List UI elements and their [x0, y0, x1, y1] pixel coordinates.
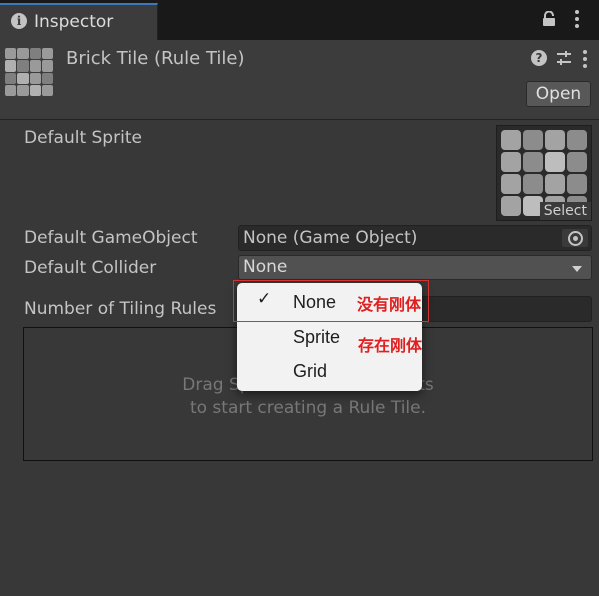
annotation-note-sprite: 存在刚体	[358, 336, 423, 355]
help-icon[interactable]: ?	[531, 50, 547, 66]
tab-inspector[interactable]: i Inspector	[0, 3, 158, 40]
default-collider-dropdown[interactable]: None	[238, 255, 592, 280]
header-menu-icon[interactable]	[582, 50, 588, 68]
default-gameobject-field[interactable]: None (Game Object)	[238, 225, 592, 251]
asset-title: Brick Tile (Rule Tile)	[66, 48, 245, 69]
lock-icon[interactable]	[542, 11, 556, 27]
asset-header: Brick Tile (Rule Tile) ? Open	[0, 40, 599, 120]
sprite-select-button[interactable]: Select	[539, 202, 591, 220]
rules-hint-line2: to start creating a Rule Tile.	[189, 398, 427, 418]
chevron-down-icon	[572, 266, 582, 272]
default-collider-value: None	[243, 257, 288, 277]
annotation-note-none: 没有刚体	[357, 295, 422, 314]
default-sprite-field[interactable]: Select	[496, 125, 592, 221]
tab-label: Inspector	[34, 12, 114, 32]
tab-bar: i Inspector	[0, 0, 599, 40]
more-options-icon[interactable]	[574, 10, 580, 30]
menu-item-label: Sprite	[293, 327, 341, 347]
menu-item-label: Grid	[293, 361, 328, 381]
tile-thumbnail	[5, 48, 53, 96]
default-gameobject-label: Default GameObject	[24, 228, 198, 248]
default-gameobject-value: None (Game Object)	[243, 228, 418, 248]
object-picker-icon[interactable]	[562, 229, 588, 247]
default-collider-label: Default Collider	[24, 258, 157, 278]
tiling-rules-label: Number of Tiling Rules	[24, 299, 217, 319]
default-sprite-label: Default Sprite	[24, 128, 142, 148]
menu-item-grid[interactable]: Grid	[237, 356, 422, 388]
info-icon: i	[11, 13, 27, 29]
presets-icon[interactable]	[556, 50, 572, 66]
open-button[interactable]: Open	[526, 81, 591, 107]
